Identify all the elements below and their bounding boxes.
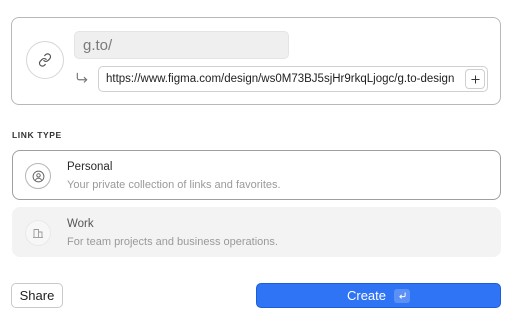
- short-link-input[interactable]: g.to/: [74, 31, 289, 59]
- link-type-option-personal[interactable]: Personal Your private collection of link…: [12, 150, 501, 200]
- create-button-label: Create: [346, 288, 387, 303]
- link-type-description: For team projects and business operation…: [67, 236, 278, 248]
- link-type-title: Personal: [67, 161, 113, 173]
- enter-key-icon: [394, 288, 411, 303]
- link-type-option-work[interactable]: Work For team projects and business oper…: [12, 207, 501, 257]
- user-icon: [25, 163, 51, 189]
- create-button[interactable]: Create: [256, 283, 501, 308]
- link-editor-card: g.to/ https://www.figma.com/design/ws0M7…: [11, 17, 501, 105]
- link-icon: [26, 41, 64, 79]
- destination-url-value: https://www.figma.com/design/ws0M73BJ5sj…: [106, 73, 455, 85]
- link-type-description: Your private collection of links and fav…: [67, 179, 281, 191]
- share-button[interactable]: Share: [11, 283, 63, 308]
- link-type-heading: LINK TYPE: [12, 130, 62, 140]
- add-url-button[interactable]: [465, 69, 485, 89]
- destination-url-input[interactable]: https://www.figma.com/design/ws0M73BJ5sj…: [98, 66, 488, 92]
- link-type-title: Work: [67, 218, 94, 230]
- share-button-label: Share: [19, 288, 55, 303]
- short-link-prefix: g.to/: [83, 36, 113, 54]
- redirect-arrow-icon: [75, 71, 89, 85]
- building-icon: [25, 220, 51, 246]
- plus-icon: [470, 74, 480, 84]
